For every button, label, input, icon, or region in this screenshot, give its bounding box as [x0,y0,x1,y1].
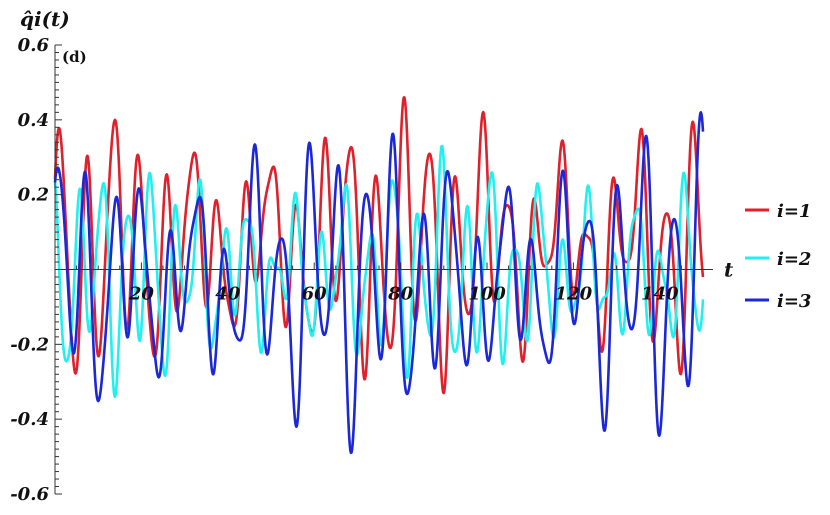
axes-layer [54,45,713,494]
y-tick-label: -0.2 [10,334,49,355]
x-tick-label: 100 [468,284,506,305]
x-tick-label: 20 [128,284,155,305]
x-axis-label: t [724,258,734,282]
legend: i=1 i=2 i=3 [745,201,811,312]
x-tick-label: 60 [302,284,328,305]
legend-label-3: i=3 [777,291,811,312]
y-tick-label: 0.4 [18,110,49,131]
y-tick-label: -0.4 [10,409,49,430]
x-tick-label: 120 [555,284,593,305]
y-tick-label: -0.6 [10,484,49,505]
x-tick-label: 140 [641,284,679,305]
x-tick-label: 40 [215,284,241,305]
legend-label-1: i=1 [777,201,811,222]
panel-tag: (d) [62,48,87,66]
series-layer [53,96,705,455]
y-tick-label: 0.2 [18,185,49,206]
series-line-2 [53,144,705,399]
y-tick-label: 0.6 [18,35,50,56]
x-tick-label: 80 [387,284,414,305]
line-chart: -0.6 -0.4 -0.2 0.2 0.4 0.6 20 40 60 80 100 120 140 q… [10,7,811,505]
legend-label-2: i=2 [777,249,811,270]
y-axis-label: q̂i(t) [20,7,70,31]
